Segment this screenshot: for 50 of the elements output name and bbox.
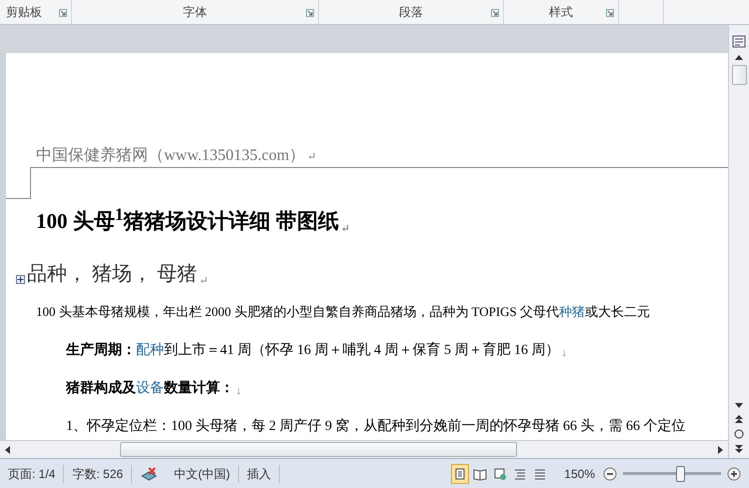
print-layout-button[interactable] [451,464,470,484]
previous-page-icon[interactable] [735,414,743,424]
header-text: 中国保健养猪网（www.1350135.com） [36,147,306,164]
draft-icon [533,466,548,480]
link[interactable]: 设备 [136,381,164,396]
scroll-right-icon[interactable] [716,446,724,454]
page-count[interactable]: 页面: 1/4 [8,464,64,482]
link[interactable]: 种猪 [559,304,586,319]
next-page-icon[interactable] [735,444,743,454]
browse-object-icon[interactable] [734,429,744,439]
dialog-launcher-icon[interactable] [491,9,499,17]
reading-layout-icon [473,466,488,480]
web-layout-icon [493,466,508,480]
proofing-icon[interactable] [140,466,158,480]
body-paragraph: 100 头基本母猪规模，年出栏 2000 头肥猪的小型自繁自养商品猪场，品种为 TOPIGS 父母代种猪或大长二元 [35,303,650,321]
scroll-thumb[interactable] [732,65,746,85]
paragraph-mark: ↵ [199,274,208,287]
keywords-line: 品种， 猪场， 母猪 [27,262,197,287]
paragraph-mark: ↓ [236,385,242,397]
print-layout-icon [453,466,468,480]
scroll-thumb[interactable] [120,442,517,457]
dialog-launcher-icon[interactable] [306,9,314,17]
group-label: 样式 [549,4,573,20]
body-paragraph: 1、怀孕定位栏：100 头母猪，每 2 周产仔 9 窝，从配种到分娩前一周的怀孕母猪 66 头，需 66 个定位 [66,417,686,435]
zoom-in-icon[interactable] [727,466,741,480]
body-paragraph: 生产周期：配种到上市＝41 周（怀孕 16 周＋哺乳 4 周＋保育 5 周＋育肥 16 周） [66,341,560,359]
paragraph-mark: ↵ [340,222,350,235]
insert-mode[interactable]: 插入 [239,464,280,482]
language-indicator[interactable]: 中文(中国) [166,464,240,482]
scroll-left-icon[interactable] [4,446,12,454]
horizontal-scrollbar[interactable] [0,440,728,458]
move-handle-icon[interactable] [16,275,25,284]
document-title: 100 头母$^{1}$猪猪场设计详细 带图纸 [35,204,339,235]
link[interactable]: 配种 [136,343,164,358]
body-paragraph: 猪群构成及设备数量计算： [66,379,234,397]
paragraph-mark: ↵ [307,151,316,163]
dialog-launcher-icon[interactable] [59,9,67,17]
vertical-scrollbar[interactable] [728,25,749,458]
ruler-icon[interactable] [732,33,746,49]
paragraph-mark: ↓ [562,347,567,359]
zoom-level[interactable]: 150% [564,466,595,480]
group-label: 段落 [399,4,423,20]
scroll-down-icon[interactable] [735,403,743,409]
dialog-launcher-icon[interactable] [606,9,614,17]
outline-icon [513,466,528,480]
scroll-up-icon[interactable] [735,54,743,60]
zoom-out-icon[interactable] [603,466,617,480]
group-label: 剪贴板 [6,4,42,20]
word-count[interactable]: 字数: 526 [64,464,132,482]
group-label: 字体 [183,4,207,20]
